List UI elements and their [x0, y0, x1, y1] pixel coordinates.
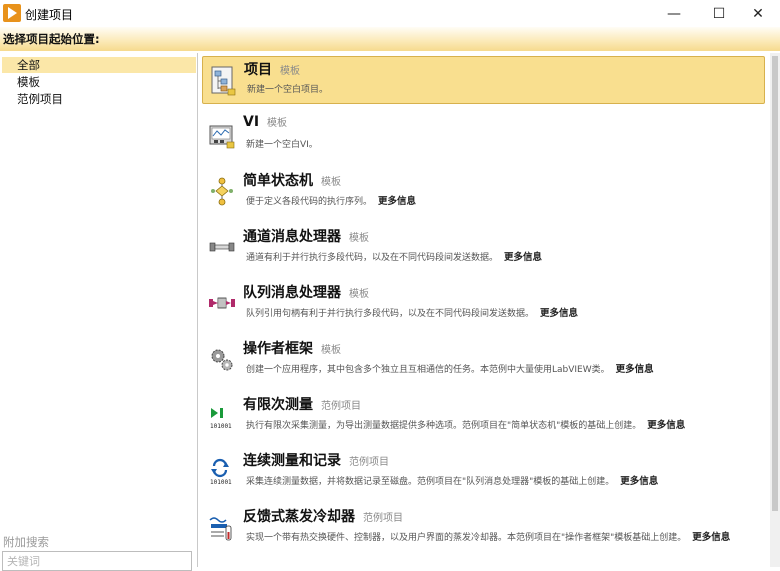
labview-app-icon: [3, 4, 21, 22]
template-description: 队列引用句柄有利于并行执行多段代码，以及在不同代码段间发送数据。 更多信息: [246, 305, 578, 319]
scrollbar-thumb[interactable]: [772, 56, 778, 511]
gears-icon: [208, 342, 236, 376]
category-label: 模板: [17, 75, 40, 89]
description-text: 采集连续测量数据，并将数据记录至磁盘。范例项目在"队列消息处理器"模板的基础上创…: [246, 477, 615, 487]
more-info-link[interactable]: 更多信息: [540, 308, 578, 319]
description-text: 实现一个带有热交换硬件、控制器，以及用户界面的蒸发冷却器。本范例项目在"操作者框…: [246, 533, 687, 543]
description-text: 创建一个应用程序，其中包含多个独立且互相通信的任务。本范例中大量使用LabVIE…: [246, 365, 610, 375]
template-item-simple-state-machine[interactable]: 简单状态机 模板 便于定义各段代码的执行序列。 更多信息: [202, 168, 765, 216]
more-info-link[interactable]: 更多信息: [616, 364, 654, 375]
maximize-icon: ☐: [712, 5, 726, 22]
template-type: 模板: [267, 118, 288, 129]
template-type: 模板: [321, 345, 341, 356]
prompt-label: 选择项目起始位置:: [3, 32, 100, 46]
template-item-evaporative-cooler[interactable]: 反馈式蒸发冷却器 范例项目 实现一个带有热交换硬件、控制器，以及用户界面的蒸发冷却…: [202, 504, 765, 552]
prompt-band: 选择项目起始位置:: [0, 27, 780, 51]
template-title: 队列消息处理器 模板: [243, 282, 369, 302]
more-info-link[interactable]: 更多信息: [620, 476, 658, 487]
template-type: 模板: [321, 177, 341, 188]
template-description: 实现一个带有热交换硬件、控制器，以及用户界面的蒸发冷却器。本范例项目在"操作者框…: [246, 529, 730, 543]
close-button[interactable]: ✕: [736, 0, 780, 27]
window-title: 创建项目: [25, 8, 74, 22]
template-title: 连续测量和记录 范例项目: [243, 450, 389, 470]
category-item-templates[interactable]: 模板: [2, 74, 196, 90]
category-panel: 全部 模板 范例项目 附加搜索: [0, 53, 198, 571]
state-machine-icon: [208, 174, 236, 208]
template-title: 简单状态机 模板: [243, 170, 341, 190]
category-item-sample-projects[interactable]: 范例项目: [2, 91, 196, 107]
template-name: VI: [243, 114, 260, 130]
description-text: 通道有利于并行执行多段代码，以及在不同代码段间发送数据。: [246, 253, 499, 263]
description-text: 便于定义各段代码的执行序列。: [246, 197, 373, 207]
description-text: 队列引用句柄有利于并行执行多段代码，以及在不同代码段间发送数据。: [246, 309, 535, 319]
template-type: 范例项目: [349, 457, 389, 468]
template-description: 便于定义各段代码的执行序列。 更多信息: [246, 193, 416, 207]
template-item-finite-measurement[interactable]: 101001 有限次测量 范例项目 执行有限次采集测量，为导出测量数据提供多种选项…: [202, 392, 765, 440]
more-info-link[interactable]: 更多信息: [692, 532, 730, 543]
more-info-link[interactable]: 更多信息: [378, 196, 416, 207]
category-label: 全部: [17, 58, 40, 72]
minimize-button[interactable]: —: [652, 0, 696, 27]
svg-text:101001: 101001: [210, 479, 232, 486]
close-icon: ✕: [752, 5, 764, 22]
channel-icon: [208, 230, 236, 264]
template-item-queued-message-handler[interactable]: 队列消息处理器 模板 队列引用句柄有利于并行执行多段代码，以及在不同代码段间发送数…: [202, 280, 765, 328]
description-text: 执行有限次采集测量，为导出测量数据提供多种选项。范例项目在"简单状态机"模板的基…: [246, 421, 642, 431]
vi-icon: [208, 118, 236, 152]
template-type: 范例项目: [363, 513, 403, 524]
template-title: 反馈式蒸发冷却器 范例项目: [243, 506, 403, 526]
template-title: 项目 模板: [244, 59, 300, 79]
template-type: 模板: [280, 66, 300, 77]
template-title: 通道消息处理器 模板: [243, 226, 369, 246]
template-name: 简单状态机: [243, 173, 313, 189]
template-item-channel-message-handler[interactable]: 通道消息处理器 模板 通道有利于并行执行多段代码，以及在不同代码段间发送数据。 更多…: [202, 224, 765, 272]
template-list: 项目 模板 新建一个空白项目。 VI 模板 新建一个空白VI。 简单状态机 模板…: [198, 53, 770, 567]
template-description: 创建一个应用程序，其中包含多个独立且互相通信的任务。本范例中大量使用LabVIE…: [246, 361, 654, 375]
template-name: 操作者框架: [243, 341, 313, 357]
template-item-project[interactable]: 项目 模板 新建一个空白项目。: [202, 56, 765, 104]
template-name: 通道消息处理器: [243, 229, 341, 245]
template-type: 范例项目: [321, 401, 361, 412]
template-name: 队列消息处理器: [243, 285, 341, 301]
category-item-all[interactable]: 全部: [2, 57, 196, 73]
queue-icon: [208, 286, 236, 320]
minimize-icon: —: [667, 5, 681, 22]
project-icon: [209, 63, 237, 97]
template-title: 有限次测量 范例项目: [243, 394, 361, 414]
template-title: 操作者框架 模板: [243, 338, 341, 358]
template-type: 模板: [349, 289, 369, 300]
svg-text:101001: 101001: [210, 423, 232, 430]
template-name: 项目: [244, 62, 272, 78]
template-name: 反馈式蒸发冷却器: [243, 509, 355, 525]
template-description: 采集连续测量数据，并将数据记录至磁盘。范例项目在"队列消息处理器"模板的基础上创…: [246, 473, 658, 487]
finite-measurement-icon: 101001: [208, 398, 236, 432]
search-field[interactable]: [2, 551, 192, 571]
template-description: 新建一个空白VI。: [246, 140, 318, 150]
template-title: VI 模板: [243, 114, 287, 130]
template-item-actor-framework[interactable]: 操作者框架 模板 创建一个应用程序，其中包含多个独立且互相通信的任务。本范例中大量…: [202, 336, 765, 384]
continuous-measurement-icon: 101001: [208, 454, 236, 488]
additional-search-label: 附加搜索: [3, 535, 49, 549]
template-name: 有限次测量: [243, 397, 313, 413]
template-type: 模板: [349, 233, 369, 244]
more-info-link[interactable]: 更多信息: [647, 420, 685, 431]
maximize-button[interactable]: ☐: [697, 0, 741, 27]
template-item-vi[interactable]: VI 模板 新建一个空白VI。: [202, 112, 765, 160]
cooler-icon: [208, 510, 236, 544]
template-description: 新建一个空白项目。: [247, 85, 329, 95]
search-input[interactable]: [7, 555, 187, 568]
template-description: 执行有限次采集测量，为导出测量数据提供多种选项。范例项目在"简单状态机"模板的基…: [246, 417, 685, 431]
template-description: 通道有利于并行执行多段代码，以及在不同代码段间发送数据。 更多信息: [246, 249, 542, 263]
title-bar: 创建项目 — ☐ ✕: [0, 0, 780, 27]
category-label: 范例项目: [17, 92, 63, 106]
more-info-link[interactable]: 更多信息: [504, 252, 542, 263]
template-item-continuous-measurement-logging[interactable]: 101001 连续测量和记录 范例项目 采集连续测量数据，并将数据记录至磁盘。范例…: [202, 448, 765, 496]
template-name: 连续测量和记录: [243, 453, 341, 469]
